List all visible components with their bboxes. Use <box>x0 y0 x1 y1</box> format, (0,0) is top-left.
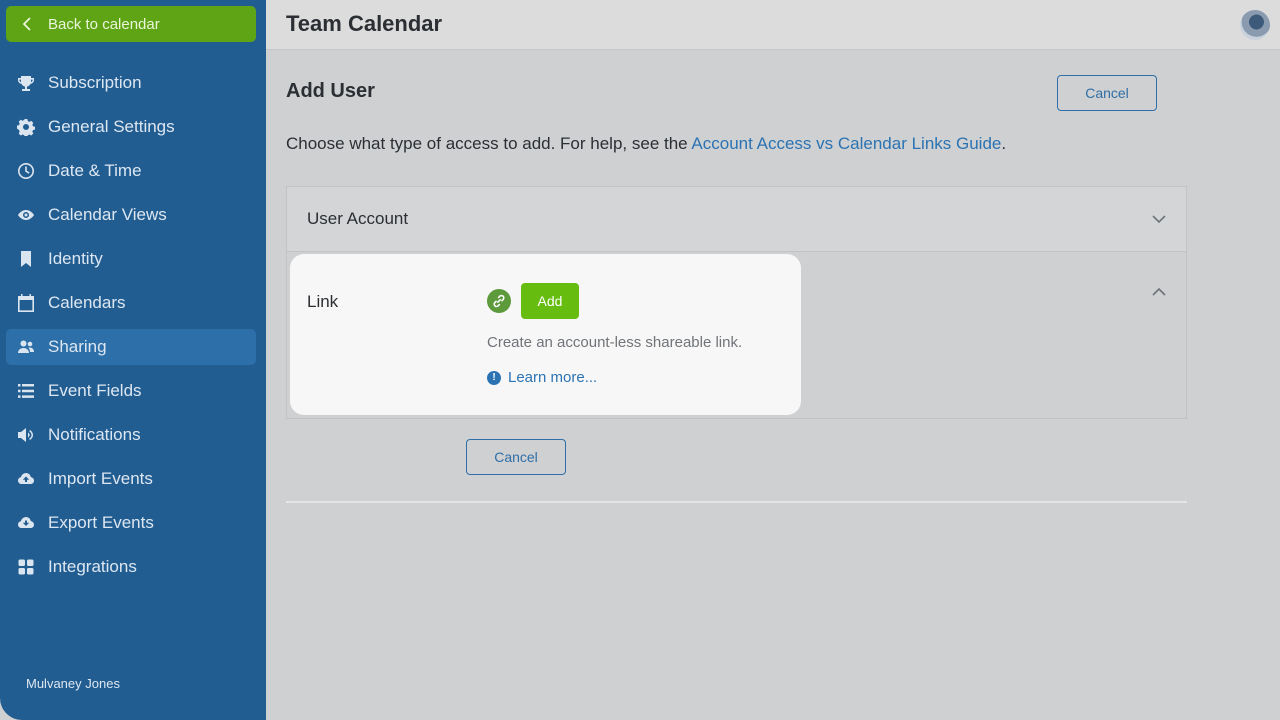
bookmark-icon <box>0 250 48 268</box>
sidebar-item-identity[interactable]: Identity <box>0 237 266 281</box>
intro-text-end: . <box>1001 134 1007 153</box>
sidebar-item-label: Date & Time <box>48 161 142 180</box>
avatar[interactable] <box>1240 10 1270 40</box>
grid-icon <box>0 558 48 576</box>
sidebar-item-date-time[interactable]: Date & Time <box>0 149 266 193</box>
link-icon <box>487 289 511 313</box>
back-to-calendar-button[interactable]: Back to calendar <box>6 6 256 42</box>
page-title: Add User <box>286 80 375 102</box>
learn-more-label: Learn more... <box>508 369 598 386</box>
top-bar: Team Calendar <box>266 0 1280 50</box>
add-link-button[interactable]: Add <box>521 283 579 319</box>
sidebar-item-label: Sharing <box>48 337 107 356</box>
main-content: Add User Cancel Choose what type of acce… <box>266 50 1280 720</box>
user-account-label: User Account <box>307 209 409 228</box>
intro-text: Choose what type of access to add. For h… <box>286 134 1006 154</box>
list-icon <box>0 382 48 400</box>
eye-icon <box>0 206 48 224</box>
sidebar-item-calendar-views[interactable]: Calendar Views <box>0 193 266 237</box>
sidebar-item-subscription[interactable]: Subscription <box>0 61 266 105</box>
cloud-upload-icon <box>0 470 48 488</box>
sidebar-item-label: Subscription <box>48 73 142 92</box>
sidebar-item-label: Integrations <box>48 557 137 576</box>
accordion-user-account[interactable]: User Account <box>287 187 1186 252</box>
sidebar-item-label: Export Events <box>48 513 154 532</box>
app-title: Team Calendar <box>286 11 443 36</box>
sidebar-item-label: Calendar Views <box>48 205 167 224</box>
sidebar: Back to calendar Subscription General Se… <box>0 0 266 720</box>
sidebar-item-event-fields[interactable]: Event Fields <box>0 369 266 413</box>
sidebar-item-import-events[interactable]: Import Events <box>0 457 266 501</box>
link-description: Create an account-less shareable link. <box>487 334 743 351</box>
cloud-download-icon <box>0 514 48 532</box>
guide-link[interactable]: Account Access vs Calendar Links Guide <box>691 134 1001 153</box>
sidebar-item-sharing[interactable]: Sharing <box>0 325 266 369</box>
sidebar-item-calendars[interactable]: Calendars <box>0 281 266 325</box>
gear-icon <box>0 118 48 136</box>
sidebar-item-integrations[interactable]: Integrations <box>0 545 266 589</box>
settings-nav: Subscription General Settings Date & Tim… <box>0 61 266 589</box>
sidebar-item-general-settings[interactable]: General Settings <box>0 105 266 149</box>
calendar-icon <box>0 294 48 312</box>
back-to-calendar-label: Back to calendar <box>48 15 160 33</box>
cancel-bottom-button[interactable]: Cancel <box>466 439 566 475</box>
chevron-down-icon <box>1152 215 1166 224</box>
sidebar-item-notifications[interactable]: Notifications <box>0 413 266 457</box>
trophy-icon <box>0 74 48 92</box>
cancel-button[interactable]: Cancel <box>1057 75 1157 111</box>
sidebar-item-export-events[interactable]: Export Events <box>0 501 266 545</box>
sidebar-item-label: Notifications <box>48 425 141 444</box>
sidebar-item-label: Import Events <box>48 469 153 488</box>
user-name[interactable]: Mulvaney Jones <box>26 676 120 691</box>
learn-more-link[interactable]: ! Learn more... <box>487 369 597 386</box>
sidebar-item-label: Calendars <box>48 293 126 312</box>
sidebar-item-label: General Settings <box>48 117 175 136</box>
megaphone-icon <box>0 426 48 444</box>
divider <box>286 501 1187 503</box>
intro-text-start: Choose what type of access to add. For h… <box>286 134 692 153</box>
sidebar-item-label: Event Fields <box>48 381 142 400</box>
info-icon: ! <box>487 370 501 385</box>
sidebar-item-label: Identity <box>48 249 103 268</box>
clock-icon <box>0 162 48 180</box>
users-icon <box>0 338 48 356</box>
chevron-left-icon <box>6 17 48 31</box>
link-option-card: Link Add Create an account-less shareabl… <box>290 254 801 415</box>
chevron-up-icon[interactable] <box>1152 287 1166 297</box>
link-label: Link <box>307 292 339 311</box>
